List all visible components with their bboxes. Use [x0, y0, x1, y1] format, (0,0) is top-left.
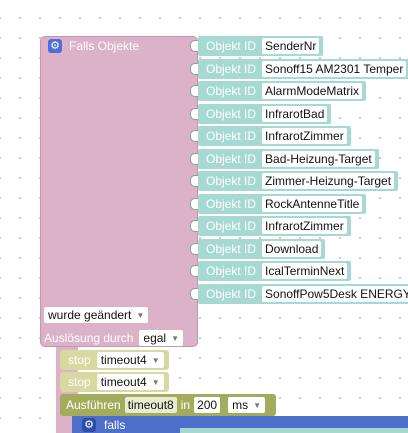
timeout-value: timeout4 — [100, 353, 147, 367]
in-label: in — [180, 398, 191, 412]
object-id-row[interactable]: Objekt ID InfrarotBad — [190, 103, 332, 124]
connector-notch — [190, 265, 198, 277]
object-id-value[interactable]: InfrarotZimmer — [262, 128, 347, 144]
timer-name-field[interactable]: timeout8 — [124, 397, 177, 413]
object-id-value[interactable]: AlarmModeMatrix — [262, 83, 363, 99]
stop-timeout-block[interactable]: stop timeout4 ▼ — [60, 350, 169, 370]
connector-notch — [190, 62, 198, 75]
object-id-value[interactable]: SenderNr — [262, 38, 320, 54]
chevron-down-icon: ▼ — [136, 310, 145, 320]
unit-dropdown[interactable]: ms ▼ — [228, 397, 266, 413]
object-id-row[interactable]: Objekt ID Download — [190, 238, 326, 259]
connector-notch — [190, 107, 198, 120]
connector-notch — [190, 242, 198, 255]
execute-label: Ausführen — [66, 398, 121, 412]
unit-value: ms — [232, 398, 249, 412]
object-id-row[interactable]: Objekt ID InfrarotZimmer — [190, 216, 351, 236]
object-id-value[interactable]: Download — [262, 240, 322, 257]
if-label: falls — [104, 417, 126, 432]
object-id-row[interactable]: Objekt ID AlarmModeMatrix — [190, 81, 367, 101]
object-id-value[interactable]: IcalTerminNext — [262, 263, 348, 279]
object-id-row[interactable]: Objekt ID SonoffPow5Desk ENERGY — [190, 283, 408, 304]
object-id-value[interactable]: InfrarotBad — [262, 105, 328, 122]
trigger-block-title: Falls Objekte — [69, 39, 140, 53]
object-id-label: Objekt ID — [206, 106, 257, 121]
timeout-dropdown[interactable]: timeout4 ▼ — [96, 352, 164, 368]
trigger-source-label: Auslösung durch — [44, 331, 134, 345]
gear-icon[interactable]: ⚙ — [48, 39, 62, 53]
timeout-dropdown[interactable]: timeout4 ▼ — [96, 374, 164, 390]
object-id-value[interactable]: Bad-Heizung-Target — [262, 150, 375, 167]
object-id-row[interactable]: Objekt ID IcalTerminNext — [190, 261, 352, 281]
trigger-block-header: ⚙ Falls Objekte — [48, 39, 139, 53]
change-type-dropdown[interactable]: wurde geändert ▼ — [44, 307, 149, 323]
object-id-row[interactable]: Objekt ID Zimmer-Heizung-Target — [190, 171, 399, 191]
stop-keyword: stop — [68, 375, 91, 389]
object-id-label: Objekt ID — [206, 84, 257, 98]
connector-notch — [190, 197, 198, 210]
object-id-label: Objekt ID — [206, 286, 257, 301]
stop-keyword: stop — [68, 353, 91, 367]
chevron-down-icon: ▼ — [151, 355, 160, 365]
object-id-row[interactable]: Objekt ID Sonoff15 AM2301 Temper — [190, 58, 408, 79]
object-id-label: Objekt ID — [206, 219, 257, 233]
connector-notch — [190, 175, 198, 187]
object-id-value[interactable]: Sonoff15 AM2301 Temper — [262, 60, 407, 77]
object-id-label: Objekt ID — [206, 241, 257, 256]
chevron-down-icon: ▼ — [253, 400, 262, 410]
object-id-row[interactable]: Objekt ID Bad-Heizung-Target — [190, 148, 379, 169]
connector-notch — [190, 152, 198, 165]
object-id-label: Objekt ID — [206, 151, 257, 166]
object-id-value[interactable]: RockAntenneTitle — [262, 195, 363, 212]
timeout-value: timeout4 — [100, 375, 147, 389]
execute-timeout-block[interactable]: Ausführen timeout8 in 200 ms ▼ — [60, 394, 276, 416]
condition-strip — [180, 428, 408, 433]
object-id-row[interactable]: Objekt ID RockAntenneTitle — [190, 193, 367, 214]
object-id-label: Objekt ID — [206, 196, 257, 211]
object-id-value[interactable]: Zimmer-Heizung-Target — [262, 173, 395, 189]
trigger-source-row: Auslösung durch egal ▼ — [44, 330, 183, 346]
object-id-label: Objekt ID — [206, 129, 257, 143]
delay-field[interactable]: 200 — [194, 397, 221, 413]
object-id-row[interactable]: Objekt ID SenderNr — [190, 36, 324, 56]
change-type-value: wurde geändert — [48, 308, 132, 322]
object-id-row[interactable]: Objekt ID InfrarotZimmer — [190, 126, 351, 146]
object-id-label: Objekt ID — [206, 174, 257, 188]
chevron-down-icon: ▼ — [171, 333, 179, 343]
connector-notch — [190, 40, 198, 52]
object-id-value[interactable]: SonoffPow5Desk ENERGY — [262, 285, 408, 302]
chevron-down-icon: ▼ — [151, 377, 160, 387]
trigger-block[interactable] — [40, 36, 198, 347]
gear-icon[interactable]: ⚙ — [82, 417, 96, 432]
object-id-value[interactable]: InfrarotZimmer — [262, 218, 347, 234]
connector-notch — [190, 130, 198, 142]
stop-timeout-block[interactable]: stop timeout4 ▼ — [60, 372, 169, 392]
object-id-label: Objekt ID — [206, 264, 257, 278]
object-id-label: Objekt ID — [206, 39, 257, 53]
connector-notch — [190, 287, 198, 300]
object-id-label: Objekt ID — [206, 61, 257, 76]
trigger-source-value: egal — [143, 331, 167, 345]
trigger-source-dropdown[interactable]: egal ▼ — [139, 330, 183, 346]
connector-notch — [190, 220, 198, 232]
connector-notch — [190, 85, 198, 97]
